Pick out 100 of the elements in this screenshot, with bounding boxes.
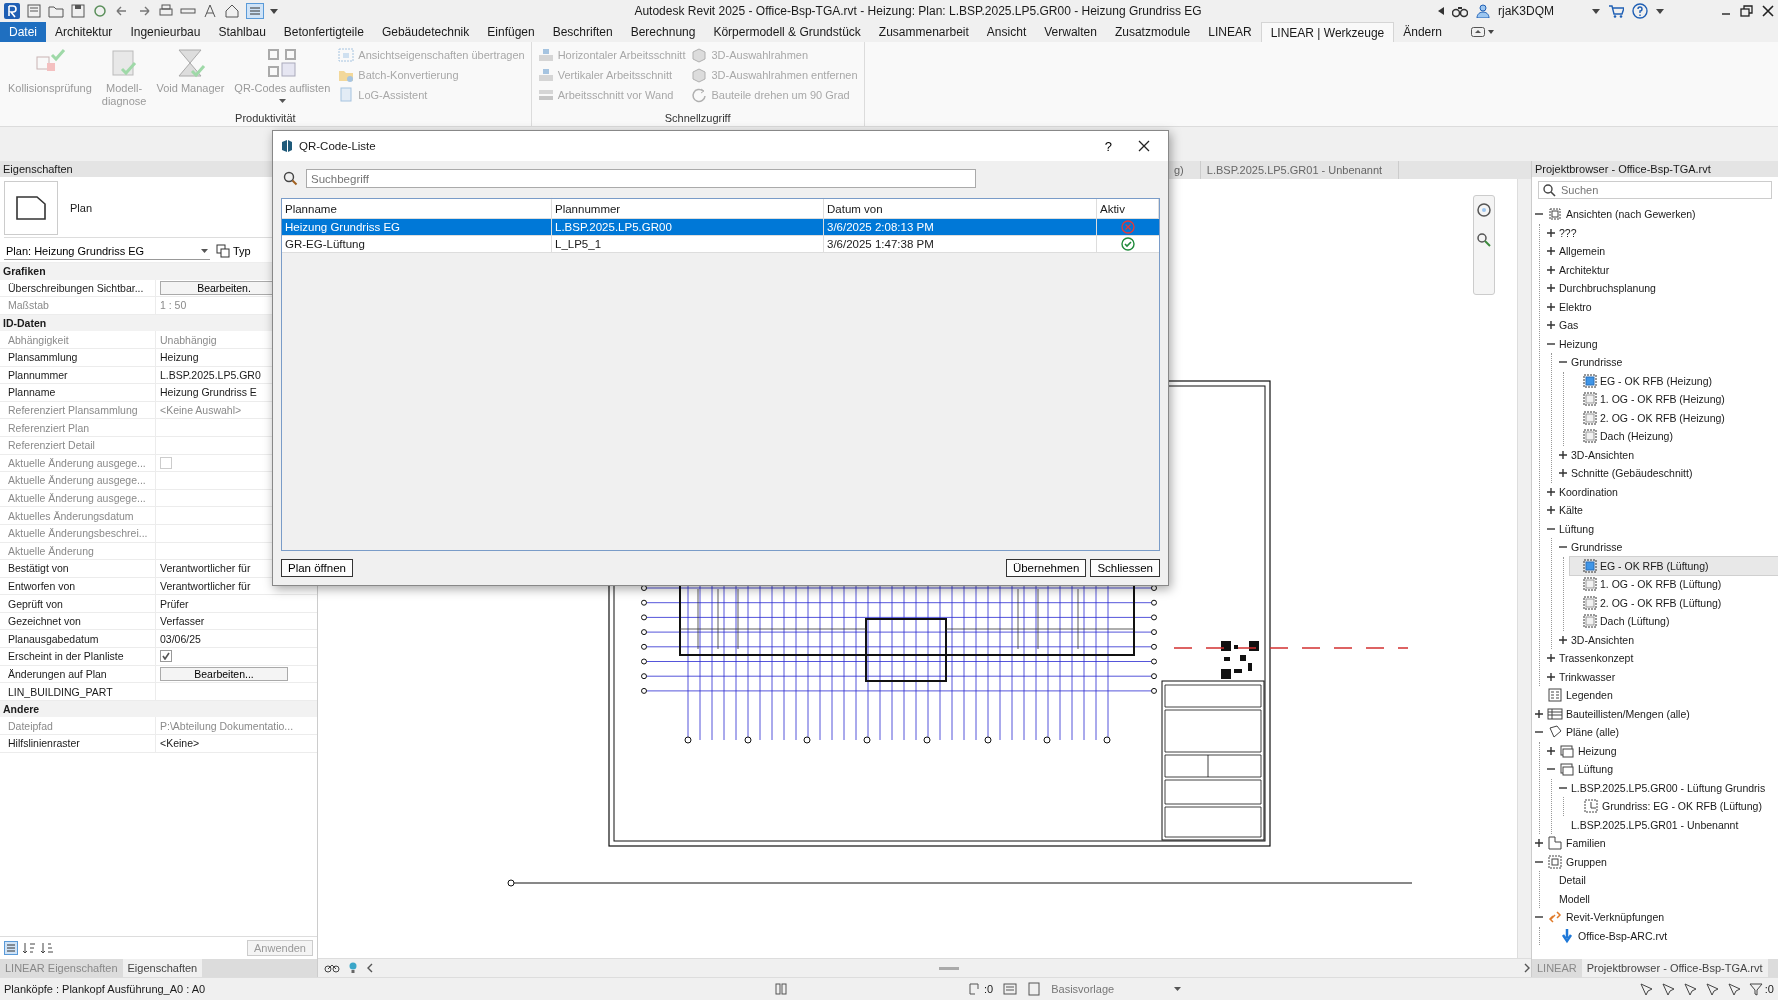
- tree-item[interactable]: 2. OG - OK RFB (Heizung): [1570, 408, 1778, 427]
- ribbon-tab[interactable]: Ingenieurbau: [121, 22, 210, 42]
- expand-icon[interactable]: [1546, 264, 1556, 275]
- sort-ascending-icon[interactable]: [22, 941, 36, 955]
- group-header[interactable]: Grafiken: [3, 265, 46, 278]
- help-button[interactable]: ?: [1094, 138, 1122, 154]
- column-header[interactable]: Planname: [285, 202, 337, 215]
- group-header[interactable]: ID-Daten: [3, 317, 47, 330]
- ribbon-tab[interactable]: Architektur: [46, 22, 122, 42]
- ribbon-tab[interactable]: Zusatzmodule: [1105, 22, 1200, 42]
- dialog-button[interactable]: Schliessen: [1090, 559, 1160, 577]
- tree-item[interactable]: Revit-Verknüpfungen: [1534, 908, 1778, 927]
- categorized-icon[interactable]: [4, 941, 18, 955]
- tree-item[interactable]: Heizung: [1546, 334, 1778, 353]
- user-name[interactable]: rjaK3DQM: [1498, 4, 1584, 18]
- tree-item[interactable]: Trinkwasser: [1546, 667, 1778, 686]
- open-folder-icon[interactable]: [48, 3, 64, 19]
- worksets-icon[interactable]: [774, 982, 788, 996]
- expand-icon[interactable]: [1546, 671, 1556, 682]
- expand-icon[interactable]: [1546, 301, 1556, 312]
- tree-item[interactable]: 2. OG - OK RFB (Lüftung): [1570, 593, 1778, 612]
- expand-icon[interactable]: [1546, 246, 1556, 257]
- table-row[interactable]: Heizung Grundriss EG L.BSP.2025.LP5.GR00 3/6/2025 2:08:13 PM: [282, 219, 1159, 236]
- close-icon[interactable]: [1762, 5, 1774, 17]
- search-field[interactable]: Suchbegriff: [306, 169, 976, 188]
- dropdown-caret-icon[interactable]: [1592, 7, 1600, 15]
- panel-tab[interactable]: Eigenschaften: [122, 959, 203, 977]
- table-row[interactable]: GR-EG-Lüftung L_LP5_1 3/6/2025 1:47:38 PM: [282, 236, 1159, 253]
- expand-icon[interactable]: [1534, 708, 1544, 719]
- tree-item[interactable]: 3D-Ansichten: [1558, 630, 1778, 649]
- expand-icon[interactable]: [1546, 227, 1556, 238]
- tree-item[interactable]: Koordination: [1546, 482, 1778, 501]
- column-header[interactable]: Datum von: [827, 202, 883, 215]
- tree-item[interactable]: Elektro: [1546, 297, 1778, 316]
- drag-icon[interactable]: [1726, 982, 1741, 996]
- expand-icon[interactable]: [1546, 653, 1556, 664]
- tree-item[interactable]: Familien: [1534, 834, 1778, 853]
- ribbon-tab[interactable]: LINEAR | Werkzeuge: [1260, 22, 1395, 42]
- tree-item[interactable]: Heizung: [1546, 741, 1778, 760]
- select-by-face-icon[interactable]: [1704, 982, 1719, 996]
- tree-item[interactable]: Kälte: [1546, 501, 1778, 520]
- ribbon-tab[interactable]: Zusammenarbeit: [869, 22, 978, 42]
- tree-item[interactable]: 1. OG - OK RFB (Heizung): [1570, 390, 1778, 409]
- zoom-icon[interactable]: [1476, 232, 1492, 248]
- tree-item[interactable]: Durchbruchsplanung: [1546, 279, 1778, 298]
- scroll-right-icon[interactable]: [1523, 963, 1531, 973]
- select-links-icon[interactable]: [1638, 982, 1653, 996]
- tree-item[interactable]: 1. OG - OK RFB (Lüftung): [1570, 575, 1778, 594]
- tree-item[interactable]: Gruppen: [1534, 852, 1778, 871]
- tree-item[interactable]: Lüftung: [1546, 760, 1778, 779]
- tree-item[interactable]: Office-Bsp-ARC.rvt: [1546, 926, 1778, 945]
- tree-item[interactable]: Detail: [1546, 871, 1778, 890]
- expand-icon[interactable]: [1546, 505, 1556, 516]
- print-icon[interactable]: [158, 3, 174, 19]
- dropdown-caret-icon[interactable]: [1656, 7, 1664, 15]
- tree-item[interactable]: Grundrisse: [1558, 538, 1778, 557]
- tree-item[interactable]: Legenden: [1534, 686, 1778, 705]
- home-icon[interactable]: [224, 3, 240, 19]
- expand-icon[interactable]: [1546, 745, 1556, 756]
- tree-item[interactable]: EG - OK RFB (Lüftung): [1570, 556, 1778, 575]
- ribbon-tab[interactable]: Stahlbau: [209, 22, 275, 42]
- tree-item[interactable]: 3D-Ansichten: [1558, 445, 1778, 464]
- ribbon-tab[interactable]: Betonfertigteile: [274, 22, 373, 42]
- ribbon-tab[interactable]: Verwalten: [1035, 22, 1106, 42]
- ribbon-tab[interactable]: Ansicht: [977, 22, 1036, 42]
- tree-item[interactable]: ???: [1546, 223, 1778, 242]
- group-header[interactable]: Andere: [3, 703, 40, 716]
- ribbon-tab[interactable]: Berechnung: [621, 22, 705, 42]
- select-pinned-icon[interactable]: [1682, 982, 1697, 996]
- ribbon-tab[interactable]: Körpermodell & Grundstück: [704, 22, 870, 42]
- panel-toggle-icon[interactable]: [1470, 27, 1485, 37]
- ribbon-tab[interactable]: Einfügen: [478, 22, 544, 42]
- search-field[interactable]: Suchen: [1538, 181, 1772, 199]
- checkbox[interactable]: [160, 650, 172, 663]
- tree-item[interactable]: L.BSP.2025.LP5.GR01 - Unbenannt: [1558, 815, 1778, 834]
- restore-icon[interactable]: [1740, 5, 1754, 17]
- list-view-icon[interactable]: [246, 3, 264, 19]
- help-icon[interactable]: [1632, 3, 1648, 19]
- save-icon[interactable]: [70, 3, 86, 19]
- tree-item[interactable]: Trassenkonzept: [1546, 649, 1778, 668]
- ribbon-tab[interactable]: Ändern: [1394, 22, 1451, 42]
- expand-icon[interactable]: [1558, 634, 1568, 645]
- expand-icon[interactable]: [1546, 283, 1556, 294]
- dialog-button[interactable]: Übernehmen: [1005, 559, 1087, 577]
- dropdown-caret-icon[interactable]: [270, 7, 278, 15]
- expand-icon[interactable]: [1546, 486, 1556, 497]
- filter-icon[interactable]: [1748, 982, 1763, 996]
- expand-icon[interactable]: [1558, 449, 1568, 460]
- tree-item[interactable]: Architektur: [1546, 260, 1778, 279]
- tree-item[interactable]: L.BSP.2025.LP5.GR00 - Lüftung Grundris: [1558, 778, 1778, 797]
- edit-button[interactable]: Bearbeiten...: [160, 666, 288, 681]
- expand-icon[interactable]: [1558, 468, 1568, 479]
- bicycle-icon[interactable]: [324, 963, 340, 973]
- tree-item[interactable]: Bauteillisten/Mengen (alle): [1534, 704, 1778, 723]
- left-caret-icon[interactable]: [1438, 7, 1444, 15]
- dropdown-caret-icon[interactable]: [1487, 29, 1494, 35]
- tree-item[interactable]: Dach (Heizung): [1570, 427, 1778, 446]
- select-underlay-icon[interactable]: [1660, 982, 1675, 996]
- tree-item[interactable]: Grundriss: EG - OK RFB (Lüftung): [1570, 797, 1778, 816]
- edit-type-button[interactable]: Typ: [216, 244, 251, 258]
